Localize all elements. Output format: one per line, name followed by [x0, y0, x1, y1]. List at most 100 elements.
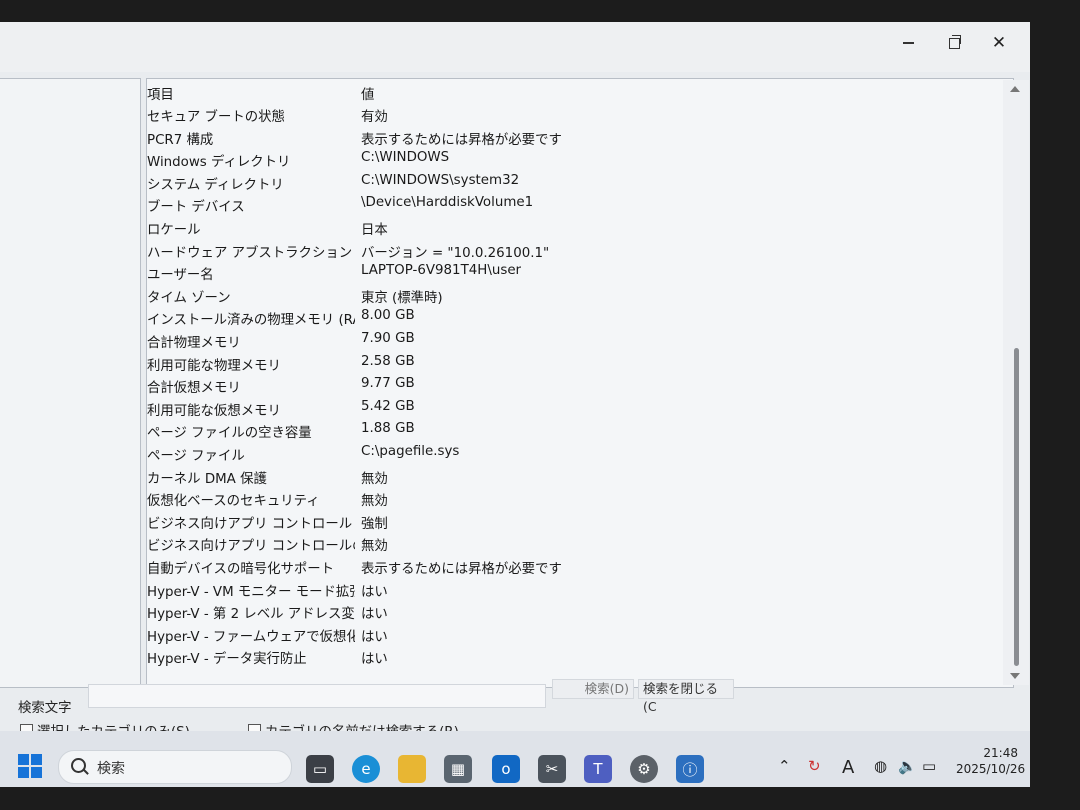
- row-value: C:\WINDOWS\system32: [361, 172, 520, 188]
- speaker-icon[interactable]: 🔈: [898, 757, 917, 775]
- column-header-value[interactable]: 値: [361, 83, 374, 103]
- search-button[interactable]: 検索(D): [552, 679, 634, 699]
- table-row[interactable]: ロケール 日本: [147, 216, 1007, 238]
- row-value: 東京 (標準時): [361, 290, 443, 306]
- table-row[interactable]: 仮想化ベースのセキュリティ 無効: [147, 487, 1007, 509]
- row-item: インストール済みの物理メモリ (RAM): [147, 313, 355, 329]
- clock[interactable]: 21:48 2025/10/26: [956, 745, 1026, 777]
- taskbar-search-placeholder: 検索: [97, 761, 125, 777]
- table-row[interactable]: インストール済みの物理メモリ (RAM) 8.00 GB: [147, 306, 1007, 328]
- column-header-item[interactable]: 項目: [147, 83, 355, 103]
- row-item: 利用可能な物理メモリ: [147, 358, 281, 374]
- system-summary-table[interactable]: 項目 値 セキュア ブートの状態 有効 PCR7 構成 表示するためには昇格が必要です…: [146, 78, 1014, 688]
- table-row[interactable]: 利用可能な仮想メモリ 5.42 GB: [147, 397, 1007, 419]
- table-row[interactable]: 合計物理メモリ 7.90 GB: [147, 329, 1007, 351]
- row-value: 5.42 GB: [361, 398, 415, 414]
- row-value: はい: [361, 607, 388, 623]
- minimize-button[interactable]: [890, 30, 926, 56]
- sync-icon[interactable]: ↻: [808, 757, 821, 775]
- battery-icon[interactable]: ▭: [922, 757, 936, 775]
- screen: ✕ 項目 値 セキュア ブートの状態 有効 PCR7 構成 表示するためには昇格が必要…: [0, 22, 1030, 787]
- row-item: カーネル DMA 保護: [147, 471, 267, 487]
- row-item: Hyper-V - 第 2 レベル アドレス変...: [147, 607, 355, 623]
- row-value: 無効: [361, 539, 388, 555]
- search-icon: [71, 758, 86, 773]
- table-row[interactable]: ビジネス向けアプリ コントロールのユ... 無効: [147, 532, 1007, 554]
- row-item: ビジネス向けアプリ コントロール ポリ...: [147, 516, 355, 532]
- row-item: Hyper-V - データ実行防止: [147, 652, 307, 668]
- ime-indicator[interactable]: A: [842, 757, 854, 778]
- table-row[interactable]: ビジネス向けアプリ コントロール ポリ... 強制: [147, 510, 1007, 532]
- table-row[interactable]: Windows ディレクトリ C:\WINDOWS: [147, 148, 1007, 170]
- table-row[interactable]: Hyper-V - データ実行防止 はい: [147, 645, 1007, 667]
- row-value: 無効: [361, 494, 388, 510]
- table-row[interactable]: 自動デバイスの暗号化サポート 表示するためには昇格が必要です: [147, 555, 1007, 577]
- table-row[interactable]: 合計仮想メモリ 9.77 GB: [147, 374, 1007, 396]
- close-button[interactable]: ✕: [981, 30, 1017, 56]
- row-value: \Device\HarddiskVolume1: [361, 195, 534, 211]
- category-tree[interactable]: [0, 78, 141, 688]
- row-value: はい: [361, 652, 388, 668]
- store-icon[interactable]: ▦: [444, 755, 472, 783]
- row-item: Hyper-V - ファームウェアで仮想化...: [147, 629, 355, 645]
- row-item: Windows ディレクトリ: [147, 155, 291, 171]
- row-value: 7.90 GB: [361, 331, 415, 346]
- scroll-up-icon[interactable]: [1010, 86, 1020, 92]
- row-item: ハードウェア アブストラクション レイヤー: [147, 245, 355, 261]
- row-item: PCR7 構成: [147, 132, 214, 148]
- row-value: C:\WINDOWS: [361, 150, 450, 166]
- table-row[interactable]: ブート デバイス \Device\HarddiskVolume1: [147, 193, 1007, 215]
- table-row[interactable]: タイム ゾーン 東京 (標準時): [147, 284, 1007, 306]
- maximize-button[interactable]: [936, 30, 972, 56]
- row-item: セキュア ブートの状態: [147, 110, 285, 125]
- taskbar-search-box[interactable]: 検索: [58, 750, 292, 784]
- row-item: ユーザー名: [147, 268, 214, 284]
- globe-icon[interactable]: ◍: [874, 757, 887, 775]
- vertical-scrollbar[interactable]: [1003, 80, 1029, 685]
- windows-start-icon[interactable]: [18, 754, 42, 778]
- clock-time: 21:48: [983, 746, 1018, 760]
- edge-icon[interactable]: e: [352, 755, 380, 783]
- snipping-tool-icon[interactable]: ✂: [538, 755, 566, 783]
- row-item: ロケール: [147, 223, 201, 238]
- close-search-button[interactable]: 検索を閉じる(C: [638, 679, 734, 714]
- scroll-down-icon[interactable]: [1010, 673, 1020, 679]
- table-row[interactable]: Hyper-V - ファームウェアで仮想化... はい: [147, 623, 1007, 645]
- table-row[interactable]: システム ディレクトリ C:\WINDOWS\system32: [147, 171, 1007, 193]
- system-info-icon[interactable]: ⓘ: [676, 755, 704, 783]
- row-item: システム ディレクトリ: [147, 177, 284, 193]
- table-row[interactable]: Hyper-V - VM モニター モード拡張... はい: [147, 578, 1007, 600]
- table-row[interactable]: カーネル DMA 保護 無効: [147, 465, 1007, 487]
- table-row[interactable]: ハードウェア アブストラクション レイヤーバージョン = "10.0.26100…: [147, 239, 1007, 261]
- row-value: 日本: [361, 223, 388, 238]
- row-value: 9.77 GB: [361, 376, 415, 392]
- table-row[interactable]: セキュア ブートの状態 有効: [147, 103, 1007, 125]
- outlook-icon[interactable]: o: [492, 755, 520, 783]
- table-row[interactable]: ページ ファイル C:\pagefile.sys: [147, 442, 1007, 464]
- table-row[interactable]: 利用可能な物理メモリ 2.58 GB: [147, 352, 1007, 374]
- row-value: 2.58 GB: [361, 353, 415, 369]
- chevron-up-icon[interactable]: ⌃: [778, 757, 791, 775]
- search-label: 検索文字: [18, 701, 72, 716]
- teams-icon[interactable]: T: [584, 755, 612, 783]
- search-input[interactable]: [88, 684, 546, 708]
- row-item: Hyper-V - VM モニター モード拡張...: [147, 584, 355, 600]
- row-item: タイム ゾーン: [147, 290, 231, 306]
- table-row[interactable]: Hyper-V - 第 2 レベル アドレス変... はい: [147, 600, 1007, 622]
- row-item: ビジネス向けアプリ コントロールのユ...: [147, 539, 355, 555]
- table-header: 項目 値: [147, 81, 1007, 103]
- row-item: ブート デバイス: [147, 200, 245, 216]
- row-value: 表示するためには昇格が必要です: [361, 562, 562, 577]
- scrollbar-thumb[interactable]: [1014, 348, 1019, 666]
- row-item: ページ ファイルの空き容量: [147, 426, 312, 442]
- settings-icon[interactable]: ⚙: [630, 755, 658, 783]
- table-row[interactable]: ページ ファイルの空き容量 1.88 GB: [147, 419, 1007, 441]
- taskbar: 検索 ▭ e ▦ o ✂ T ⚙ ⓘ ⌃ ↻ A ◍ 🔈 ▭ 21:48 202…: [0, 731, 1030, 787]
- table-row[interactable]: PCR7 構成 表示するためには昇格が必要です: [147, 126, 1007, 148]
- title-bar: ✕: [0, 22, 1030, 72]
- file-explorer-icon[interactable]: [398, 755, 426, 783]
- task-view-icon[interactable]: ▭: [306, 755, 334, 783]
- table-row[interactable]: ユーザー名 LAPTOP-6V981T4H\user: [147, 261, 1007, 283]
- clock-date: 2025/10/26: [956, 762, 1026, 776]
- row-value: 有効: [361, 110, 388, 125]
